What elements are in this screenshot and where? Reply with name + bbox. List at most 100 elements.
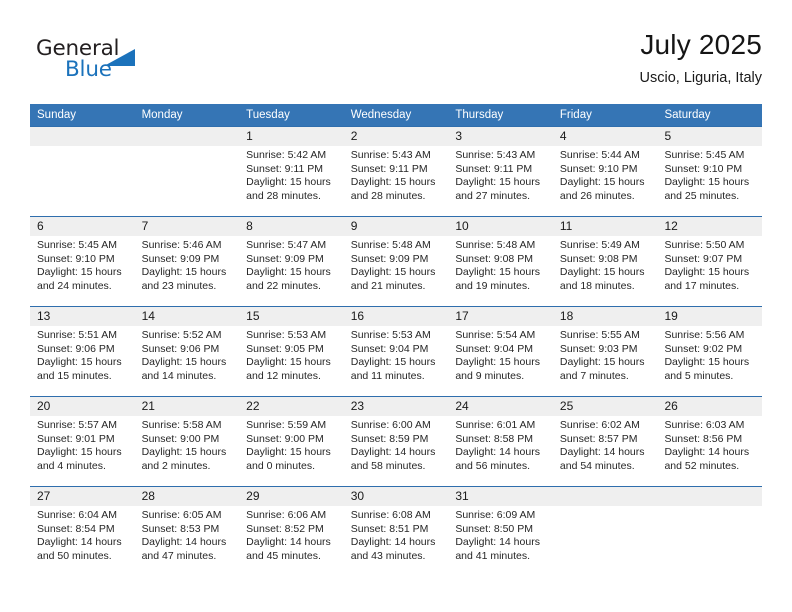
day-cell[interactable]: Sunrise: 5:59 AM Sunset: 9:00 PM Dayligh… (239, 416, 344, 486)
sunrise-text: Sunrise: 5:48 AM (350, 239, 431, 251)
general-blue-logo[interactable]: General Blue (36, 36, 186, 92)
day-number[interactable]: 19 (657, 307, 762, 326)
sunrise-text: Sunrise: 5:45 AM (37, 239, 117, 251)
day-number[interactable]: 1 (239, 127, 344, 146)
daylight-text-line1: Daylight: 15 hours (350, 266, 436, 278)
day-number[interactable]: 18 (553, 307, 658, 326)
day-cell[interactable]: Sunrise: 6:02 AM Sunset: 8:57 PM Dayligh… (553, 416, 658, 486)
daylight-text-line2: and 2 minutes. (141, 459, 211, 472)
day-number[interactable]: 9 (344, 217, 449, 236)
daylight-text-line1: Daylight: 15 hours (559, 356, 645, 368)
daylight-text-line1: Daylight: 15 hours (37, 356, 122, 368)
week-number-band: 1 2 3 4 5 (30, 127, 762, 146)
day-cell[interactable]: Sunrise: 5:55 AM Sunset: 9:03 PM Dayligh… (553, 326, 658, 396)
day-cell[interactable]: Sunrise: 5:48 AM Sunset: 9:09 PM Dayligh… (344, 236, 449, 306)
day-cell[interactable]: Sunrise: 5:46 AM Sunset: 9:09 PM Dayligh… (135, 236, 240, 306)
day-cell[interactable] (553, 506, 658, 576)
day-number[interactable]: 7 (135, 217, 240, 236)
day-cell[interactable]: Sunrise: 5:42 AM Sunset: 9:11 PM Dayligh… (239, 146, 344, 216)
day-number[interactable]: 23 (344, 397, 449, 416)
sunset-text: Sunset: 9:05 PM (246, 342, 324, 355)
day-number[interactable]: 3 (448, 127, 553, 146)
day-cell[interactable]: Sunrise: 5:56 AM Sunset: 9:02 PM Dayligh… (657, 326, 762, 396)
day-number[interactable]: 5 (657, 127, 762, 146)
daylight-text-line2: and 43 minutes. (350, 549, 426, 562)
sunset-text: Sunset: 9:10 PM (664, 162, 743, 175)
sunset-text: Sunset: 8:52 PM (246, 522, 324, 535)
day-cell[interactable]: Sunrise: 5:53 AM Sunset: 9:05 PM Dayligh… (239, 326, 344, 396)
day-cell[interactable]: Sunrise: 5:43 AM Sunset: 9:11 PM Dayligh… (344, 146, 449, 216)
daylight-text-line1: Daylight: 14 hours (350, 446, 436, 458)
day-cell[interactable]: Sunrise: 6:08 AM Sunset: 8:51 PM Dayligh… (344, 506, 449, 576)
day-number[interactable]: 22 (239, 397, 344, 416)
daylight-text-line2: and 54 minutes. (559, 459, 635, 472)
day-cell[interactable]: Sunrise: 5:43 AM Sunset: 9:11 PM Dayligh… (448, 146, 553, 216)
sunrise-text: Sunrise: 6:09 AM (455, 509, 536, 521)
day-number[interactable]: 6 (30, 217, 135, 236)
day-number[interactable]: 12 (657, 217, 762, 236)
day-number[interactable]: 21 (135, 397, 240, 416)
day-number[interactable] (135, 127, 240, 146)
day-number[interactable]: 31 (448, 487, 553, 506)
sunset-text: Sunset: 9:11 PM (455, 162, 533, 175)
day-cell[interactable]: Sunrise: 5:52 AM Sunset: 9:06 PM Dayligh… (135, 326, 240, 396)
day-cell[interactable]: Sunrise: 5:49 AM Sunset: 9:08 PM Dayligh… (553, 236, 658, 306)
day-number[interactable]: 16 (344, 307, 449, 326)
sunrise-text: Sunrise: 5:43 AM (350, 149, 431, 161)
day-number[interactable]: 20 (30, 397, 135, 416)
day-cell[interactable]: Sunrise: 5:50 AM Sunset: 9:07 PM Dayligh… (657, 236, 762, 306)
day-cell[interactable]: Sunrise: 6:01 AM Sunset: 8:58 PM Dayligh… (448, 416, 553, 486)
day-cell[interactable] (30, 146, 135, 216)
day-number[interactable]: 26 (657, 397, 762, 416)
day-cell[interactable]: Sunrise: 6:09 AM Sunset: 8:50 PM Dayligh… (448, 506, 553, 576)
daylight-text-line2: and 9 minutes. (455, 369, 525, 382)
day-number[interactable]: 13 (30, 307, 135, 326)
sunset-text: Sunset: 8:56 PM (664, 432, 743, 445)
day-cell[interactable]: Sunrise: 6:05 AM Sunset: 8:53 PM Dayligh… (135, 506, 240, 576)
day-number[interactable]: 30 (344, 487, 449, 506)
day-cell[interactable]: Sunrise: 5:44 AM Sunset: 9:10 PM Dayligh… (553, 146, 658, 216)
day-cell[interactable]: Sunrise: 5:48 AM Sunset: 9:08 PM Dayligh… (448, 236, 553, 306)
day-number[interactable]: 29 (239, 487, 344, 506)
sunset-text: Sunset: 9:00 PM (141, 432, 220, 445)
sunset-text: Sunset: 9:04 PM (455, 342, 533, 355)
day-cell[interactable]: Sunrise: 6:04 AM Sunset: 8:54 PM Dayligh… (30, 506, 135, 576)
day-cell[interactable]: Sunrise: 6:00 AM Sunset: 8:59 PM Dayligh… (344, 416, 449, 486)
day-number[interactable] (30, 127, 135, 146)
day-number[interactable]: 27 (30, 487, 135, 506)
day-number[interactable]: 24 (448, 397, 553, 416)
day-number[interactable] (657, 487, 762, 506)
daylight-text-line1: Daylight: 15 hours (559, 176, 645, 188)
day-cell[interactable]: Sunrise: 5:45 AM Sunset: 9:10 PM Dayligh… (30, 236, 135, 306)
sunset-text: Sunset: 9:09 PM (246, 252, 324, 265)
sunrise-text: Sunrise: 5:54 AM (455, 329, 536, 341)
day-number[interactable] (553, 487, 658, 506)
day-number[interactable]: 4 (553, 127, 658, 146)
day-cell[interactable]: Sunrise: 6:06 AM Sunset: 8:52 PM Dayligh… (239, 506, 344, 576)
day-cell[interactable]: Sunrise: 5:53 AM Sunset: 9:04 PM Dayligh… (344, 326, 449, 396)
day-cell[interactable]: Sunrise: 5:47 AM Sunset: 9:09 PM Dayligh… (239, 236, 344, 306)
day-number[interactable]: 17 (448, 307, 553, 326)
day-number[interactable]: 25 (553, 397, 658, 416)
day-cell[interactable]: Sunrise: 5:45 AM Sunset: 9:10 PM Dayligh… (657, 146, 762, 216)
day-number[interactable]: 8 (239, 217, 344, 236)
day-cell[interactable]: Sunrise: 5:54 AM Sunset: 9:04 PM Dayligh… (448, 326, 553, 396)
calendar-week-row: 20 21 22 23 24 25 26 Sunrise: 5:57 AM Su… (30, 396, 762, 486)
day-number[interactable]: 11 (553, 217, 658, 236)
sunrise-text: Sunrise: 5:46 AM (141, 239, 222, 251)
day-cell[interactable]: Sunrise: 5:57 AM Sunset: 9:01 PM Dayligh… (30, 416, 135, 486)
day-cell[interactable] (135, 146, 240, 216)
day-cell[interactable]: Sunrise: 5:51 AM Sunset: 9:06 PM Dayligh… (30, 326, 135, 396)
day-number[interactable]: 14 (135, 307, 240, 326)
sunrise-text: Sunrise: 5:55 AM (559, 329, 640, 341)
day-number[interactable]: 28 (135, 487, 240, 506)
day-cell[interactable] (657, 506, 762, 576)
day-number[interactable]: 10 (448, 217, 553, 236)
day-cell[interactable]: Sunrise: 5:58 AM Sunset: 9:00 PM Dayligh… (135, 416, 240, 486)
day-cell[interactable]: Sunrise: 6:03 AM Sunset: 8:56 PM Dayligh… (657, 416, 762, 486)
day-number[interactable]: 15 (239, 307, 344, 326)
daylight-text-line1: Daylight: 15 hours (664, 176, 750, 188)
daylight-text-line1: Daylight: 14 hours (559, 446, 645, 458)
day-number[interactable]: 2 (344, 127, 449, 146)
sunset-text: Sunset: 9:06 PM (37, 342, 115, 355)
